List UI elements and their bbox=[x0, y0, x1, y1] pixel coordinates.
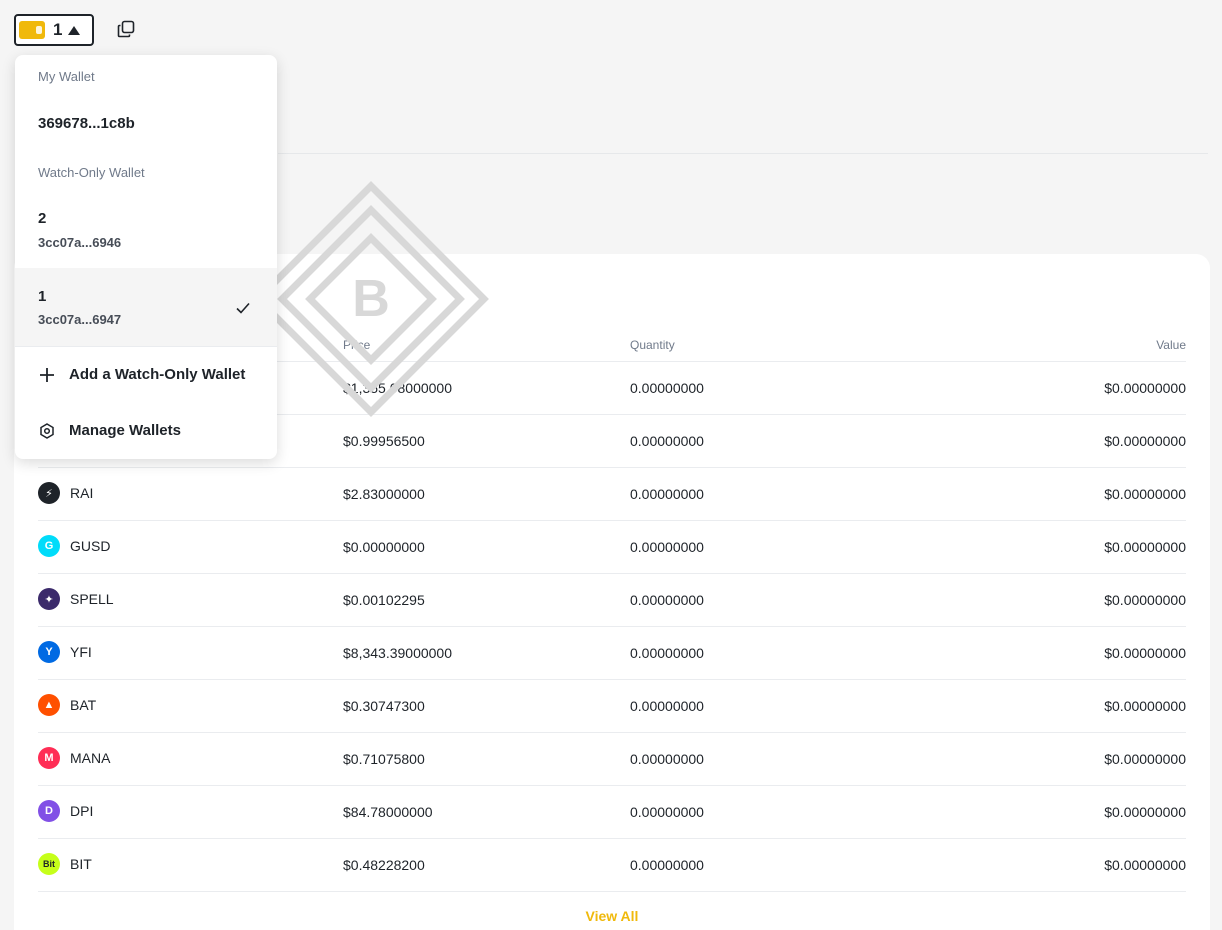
price-cell: $84.78000000 bbox=[343, 804, 433, 820]
watch-wallet-name: 1 bbox=[38, 288, 47, 305]
manage-wallets-label: Manage Wallets bbox=[69, 422, 181, 439]
asset-cell: D DPI bbox=[38, 800, 93, 822]
asset-cell: Bit BIT bbox=[38, 853, 92, 875]
watch-wallet-item-1[interactable]: 1 3cc07a...6947 bbox=[15, 268, 277, 346]
price-cell: $0.48228200 bbox=[343, 857, 425, 873]
caret-up-icon bbox=[68, 25, 81, 35]
bit-coin-icon: Bit bbox=[38, 853, 60, 875]
quantity-cell: 0.00000000 bbox=[630, 486, 704, 502]
price-cell: $0.71075800 bbox=[343, 751, 425, 767]
quantity-cell: 0.00000000 bbox=[630, 857, 704, 873]
quantity-cell: 0.00000000 bbox=[630, 645, 704, 661]
quantity-cell: 0.00000000 bbox=[630, 804, 704, 820]
value-cell: $0.00000000 bbox=[1104, 804, 1186, 820]
asset-cell: ▲ BAT bbox=[38, 694, 96, 716]
wallet-dropdown-menu: My Wallet 369678...1c8b Watch-Only Walle… bbox=[15, 55, 277, 459]
my-wallet-address: 369678...1c8b bbox=[38, 115, 135, 132]
value-cell: $0.00000000 bbox=[1104, 539, 1186, 555]
asset-name: YFI bbox=[70, 644, 92, 660]
asset-cell: ✦ SPELL bbox=[38, 588, 114, 610]
asset-name: MANA bbox=[70, 750, 111, 766]
table-row[interactable]: G GUSD $0.00000000 0.00000000 $0.00000000 bbox=[38, 521, 1186, 574]
price-cell: $2.83000000 bbox=[343, 486, 425, 502]
value-cell: $0.00000000 bbox=[1104, 592, 1186, 608]
current-wallet-name: 1 bbox=[53, 20, 63, 39]
my-wallet-item[interactable]: 369678...1c8b bbox=[15, 103, 277, 147]
price-cell: $0.99956500 bbox=[343, 433, 425, 449]
value-cell: $0.00000000 bbox=[1104, 433, 1186, 449]
rai-coin-icon: ⚡ bbox=[38, 482, 60, 504]
price-cell: $8,343.39000000 bbox=[343, 645, 452, 661]
manage-wallets-button[interactable]: Manage Wallets bbox=[15, 407, 277, 455]
asset-name: RAI bbox=[70, 485, 94, 501]
table-row[interactable]: Y YFI $8,343.39000000 0.00000000 $0.00000000 bbox=[38, 627, 1186, 680]
quantity-cell: 0.00000000 bbox=[630, 698, 704, 714]
watch-wallet-address: 3cc07a...6947 bbox=[38, 312, 122, 327]
copy-icon[interactable] bbox=[117, 20, 135, 38]
asset-name: DPI bbox=[70, 803, 94, 819]
table-row[interactable]: D DPI $84.78000000 0.00000000 $0.00000000 bbox=[38, 786, 1186, 839]
bat-coin-icon: ▲ bbox=[38, 694, 60, 716]
value-cell: $0.00000000 bbox=[1104, 751, 1186, 767]
settings-icon bbox=[40, 423, 54, 439]
quantity-cell: 0.00000000 bbox=[630, 592, 704, 608]
gusd-coin-icon: G bbox=[38, 535, 60, 557]
watch-wallet-address: 3cc07a...6946 bbox=[38, 235, 122, 250]
asset-name: GUSD bbox=[70, 538, 111, 554]
asset-cell: Y YFI bbox=[38, 641, 92, 663]
plus-icon bbox=[40, 368, 54, 382]
asset-cell: G GUSD bbox=[38, 535, 110, 557]
watch-only-section-label: Watch-Only Wallet bbox=[38, 165, 145, 180]
watch-wallet-item-2[interactable]: 2 3cc07a...6946 bbox=[15, 195, 277, 267]
quantity-cell: 0.00000000 bbox=[630, 751, 704, 767]
mana-coin-icon: M bbox=[38, 747, 60, 769]
table-row[interactable]: ✦ SPELL $0.00102295 0.00000000 $0.00000000 bbox=[38, 574, 1186, 627]
value-cell: $0.00000000 bbox=[1104, 486, 1186, 502]
wallet-switcher-button[interactable]: 1 bbox=[14, 14, 94, 46]
quantity-cell: 0.00000000 bbox=[630, 539, 704, 555]
view-all-link[interactable]: View All bbox=[14, 908, 1210, 924]
my-wallet-section-label: My Wallet bbox=[38, 69, 95, 84]
price-cell: $1,355.08000000 bbox=[343, 380, 452, 396]
value-cell: $0.00000000 bbox=[1104, 698, 1186, 714]
column-header-price: Price bbox=[343, 338, 371, 352]
column-header-quantity: Quantity bbox=[630, 338, 675, 352]
asset-name: BAT bbox=[70, 697, 97, 713]
value-cell: $0.00000000 bbox=[1104, 380, 1186, 396]
asset-name: SPELL bbox=[70, 591, 114, 607]
price-cell: $0.30747300 bbox=[343, 698, 425, 714]
quantity-cell: 0.00000000 bbox=[630, 380, 704, 396]
asset-cell: ⚡ RAI bbox=[38, 482, 93, 504]
add-wallet-label: Add a Watch-Only Wallet bbox=[69, 366, 246, 383]
asset-name: BIT bbox=[70, 856, 92, 872]
yfi-coin-icon: Y bbox=[38, 641, 60, 663]
column-header-value: Value bbox=[1156, 338, 1186, 352]
wallet-icon bbox=[19, 21, 45, 39]
value-cell: $0.00000000 bbox=[1104, 645, 1186, 661]
table-row[interactable]: ⚡ RAI $2.83000000 0.00000000 $0.00000000 bbox=[38, 468, 1186, 521]
table-row[interactable]: ▲ BAT $0.30747300 0.00000000 $0.00000000 bbox=[38, 680, 1186, 733]
table-row[interactable]: M MANA $0.71075800 0.00000000 $0.00000000 bbox=[38, 733, 1186, 786]
quantity-cell: 0.00000000 bbox=[630, 433, 704, 449]
spell-coin-icon: ✦ bbox=[38, 588, 60, 610]
price-cell: $0.00102295 bbox=[343, 592, 425, 608]
price-cell: $0.00000000 bbox=[343, 539, 425, 555]
add-watch-only-wallet-button[interactable]: Add a Watch-Only Wallet bbox=[15, 351, 277, 399]
dpi-coin-icon: D bbox=[38, 800, 60, 822]
value-cell: $0.00000000 bbox=[1104, 857, 1186, 873]
check-icon bbox=[236, 302, 250, 314]
asset-cell: M MANA bbox=[38, 747, 110, 769]
watch-wallet-name: 2 bbox=[38, 210, 47, 227]
menu-divider bbox=[15, 346, 277, 347]
table-row[interactable]: Bit BIT $0.48228200 0.00000000 $0.00000000 bbox=[38, 839, 1186, 892]
section-divider bbox=[278, 153, 1208, 154]
